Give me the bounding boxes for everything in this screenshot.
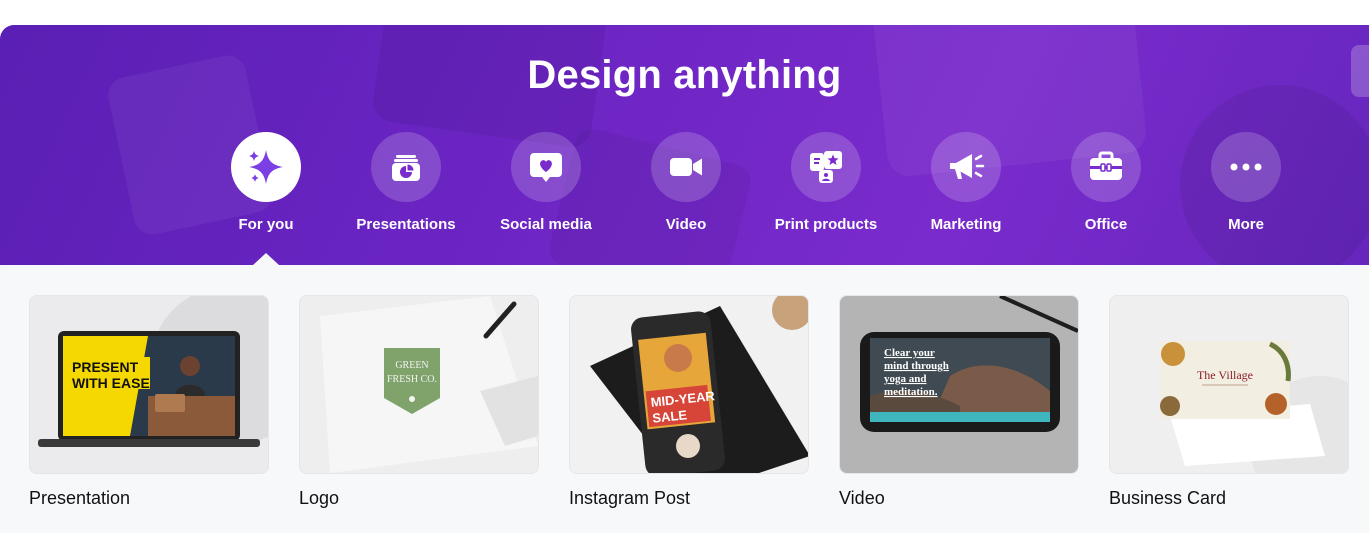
sparkle-icon [249, 150, 283, 184]
thumb-text: GREEN [395, 360, 428, 371]
card-video[interactable]: Clear your mind through yoga and meditat… [839, 295, 1079, 509]
video-thumbnail: Clear your mind through yoga and meditat… [839, 295, 1079, 474]
card-label: Logo [299, 488, 340, 508]
category-office[interactable]: Office [1036, 132, 1176, 233]
category-icon-circle [511, 132, 581, 202]
phone-mockup-image: MID-YEAR SALE [590, 296, 808, 473]
phone-landscape-mockup-image: Clear your mind through yoga and meditat… [860, 296, 1078, 432]
briefcase-icon [1090, 151, 1122, 180]
category-label: Video [665, 216, 707, 233]
megaphone-icon [950, 154, 985, 179]
active-tab-pointer [253, 253, 279, 265]
category-print-products[interactable]: Print products [756, 132, 896, 233]
category-icon-circle [791, 132, 861, 202]
thumb-text: mind through [884, 360, 949, 372]
design-types-section: PRESENT WITH EASE Presentation GREEN FRE… [0, 265, 1369, 533]
thumb-text: The Village [1197, 368, 1253, 382]
card-logo[interactable]: GREEN FRESH CO. Logo [299, 295, 539, 509]
thumb-text: yoga and [884, 373, 927, 385]
category-icon-circle [1071, 132, 1141, 202]
thumb-text: FRESH CO. [387, 374, 437, 385]
category-marketing[interactable]: Marketing [896, 132, 1036, 233]
laptop-mockup-image: PRESENT WITH EASE [38, 296, 268, 447]
presentation-thumbnail: PRESENT WITH EASE [29, 295, 269, 474]
category-social-media[interactable]: Social media [476, 132, 616, 233]
thumb-text: meditation. [884, 386, 938, 398]
business-card-thumbnail: The Village [1109, 295, 1349, 474]
category-label: Presentations [356, 216, 456, 233]
card-instagram-post[interactable]: MID-YEAR SALE Instagram Post [569, 295, 809, 509]
logo-mockup-image: GREEN FRESH CO. [320, 296, 538, 473]
category-icon-circle [931, 132, 1001, 202]
category-label: Social media [500, 216, 592, 233]
category-icon-circle [371, 132, 441, 202]
category-icon-circle [1211, 132, 1281, 202]
thumb-text: Clear your [884, 347, 935, 359]
category-label: Office [1084, 216, 1128, 233]
category-label: Print products [774, 216, 878, 233]
print-products-icon [810, 151, 842, 183]
presentation-icon [392, 155, 420, 181]
category-label: More [1228, 216, 1264, 233]
card-presentation[interactable]: PRESENT WITH EASE Presentation [29, 295, 269, 509]
business-card-mockup-image: The Village [1160, 341, 1348, 473]
card-label: Presentation [29, 488, 131, 508]
hero-banner: Design anything For you Presentations So… [0, 25, 1369, 265]
thumb-text: WITH EASE [72, 375, 150, 391]
category-label: For you [238, 216, 294, 233]
category-icon-circle [651, 132, 721, 202]
category-label: Marketing [930, 216, 1002, 233]
card-label: Business Card [1109, 488, 1227, 508]
card-label: Video [839, 488, 885, 508]
instagram-post-thumbnail: MID-YEAR SALE [569, 295, 809, 474]
category-for-you[interactable]: For you [196, 132, 336, 233]
page-title: Design anything [527, 53, 842, 97]
logo-thumbnail: GREEN FRESH CO. [299, 295, 539, 474]
category-video[interactable]: Video [616, 132, 756, 233]
card-label: Instagram Post [569, 488, 691, 508]
thumb-text: PRESENT [72, 359, 139, 375]
category-icon-circle [231, 132, 301, 202]
video-camera-icon [670, 158, 702, 176]
card-business-card[interactable]: The Village Business Card [1109, 295, 1349, 509]
category-more[interactable]: More [1176, 132, 1316, 233]
more-dots-icon [1230, 163, 1262, 171]
category-presentations[interactable]: Presentations [336, 132, 476, 233]
heart-bubble-icon [530, 153, 562, 182]
